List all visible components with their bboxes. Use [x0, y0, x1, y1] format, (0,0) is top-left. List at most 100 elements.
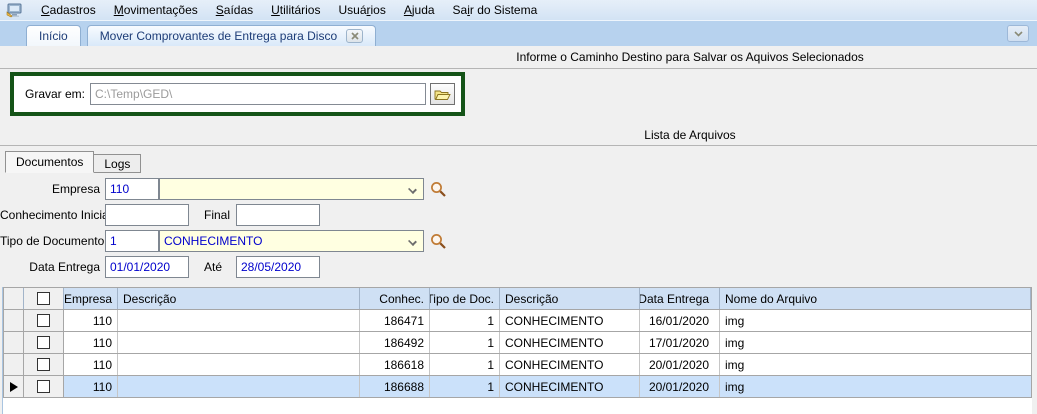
row-checkbox[interactable]	[37, 336, 50, 349]
destination-group: Gravar em:	[10, 72, 465, 116]
cell-conhec: 186471	[360, 310, 430, 331]
tab-documentos[interactable]: Documentos	[5, 151, 94, 173]
table-row[interactable]: 110 186618 1 CONHECIMENTO 20/01/2020 img	[4, 354, 1031, 376]
row-checkbox[interactable]	[37, 380, 50, 393]
cell-tipo: 1	[430, 310, 500, 331]
chevron-down-icon[interactable]	[408, 185, 417, 194]
tab-list-button[interactable]	[1007, 25, 1029, 42]
cell-descricao	[118, 376, 360, 397]
data-entrega-final-input[interactable]	[236, 256, 320, 278]
tipo-documento-label: Tipo de Documento	[0, 234, 105, 248]
row-checkbox-cell	[24, 310, 64, 331]
row-indicator-cell	[4, 376, 24, 397]
search-icon[interactable]	[430, 233, 447, 250]
col-descricao-2[interactable]: Descrição	[500, 288, 640, 309]
cell-data-entrega: 16/01/2020	[640, 310, 720, 331]
file-grid-panel: Empresa Descrição Conhec. Tipo de Doc. D…	[2, 287, 1032, 414]
tab-strip: Início Mover Comprovantes de Entrega par…	[0, 21, 1037, 46]
menu-item-usuarios[interactable]: Usuários	[329, 1, 394, 19]
search-icon[interactable]	[430, 181, 447, 198]
col-conhec[interactable]: Conhec.	[360, 288, 430, 309]
cell-descricao-2: CONHECIMENTO	[500, 376, 640, 397]
tab-inicio[interactable]: Início	[26, 25, 81, 46]
menu-item-cadastros[interactable]: Cadastros	[32, 1, 105, 19]
conhecimento-final-input[interactable]	[236, 204, 320, 226]
cell-empresa: 110	[64, 332, 118, 353]
cell-conhec: 186688	[360, 376, 430, 397]
cell-descricao	[118, 310, 360, 331]
col-data-entrega[interactable]: Data Entrega	[640, 288, 720, 309]
final-label: Final	[204, 208, 236, 222]
data-entrega-inicial-input[interactable]	[105, 256, 189, 278]
computer-icon[interactable]	[6, 3, 24, 18]
cell-empresa: 110	[64, 354, 118, 375]
cell-descricao-2: CONHECIMENTO	[500, 310, 640, 331]
empresa-code-input[interactable]	[105, 178, 159, 200]
menu-item-utilitarios[interactable]: Utilitários	[262, 1, 329, 19]
sub-tab-bar: Documentos Logs	[5, 151, 1037, 173]
data-entrega-row: Data Entrega Até	[0, 256, 1037, 278]
tipo-documento-code-input[interactable]	[105, 230, 159, 252]
close-icon[interactable]	[346, 29, 363, 43]
cell-descricao-2: CONHECIMENTO	[500, 332, 640, 353]
chevron-down-icon	[1014, 31, 1023, 37]
row-checkbox-cell	[24, 376, 64, 397]
row-indicator-arrow	[10, 382, 18, 392]
col-nome-do-arquivo[interactable]: Nome do Arquivo	[720, 288, 1031, 309]
folder-open-icon	[434, 88, 451, 101]
browse-folder-button[interactable]	[430, 83, 455, 105]
row-checkbox[interactable]	[37, 314, 50, 327]
col-empresa[interactable]: Empresa	[64, 288, 118, 309]
empresa-label: Empresa	[0, 182, 105, 196]
row-indicator-cell	[4, 310, 24, 331]
tab-logs[interactable]: Logs	[94, 154, 141, 173]
row-checkbox-cell	[24, 354, 64, 375]
empresa-row: Empresa	[0, 178, 1037, 200]
tipo-documento-row: Tipo de Documento CONHECIMENTO	[0, 230, 1037, 252]
cell-data-entrega: 20/01/2020	[640, 376, 720, 397]
table-row-selected[interactable]: 110 186688 1 CONHECIMENTO 20/01/2020 img	[4, 376, 1031, 398]
menu-item-sair-do-sistema[interactable]: Sair do Sistema	[444, 1, 547, 19]
data-entrega-label: Data Entrega	[0, 260, 105, 274]
menu-item-saidas[interactable]: Saídas	[207, 1, 262, 19]
tipo-documento-combobox[interactable]: CONHECIMENTO	[159, 230, 424, 252]
chevron-down-icon[interactable]	[408, 237, 417, 246]
tab-mover-comprovantes[interactable]: Mover Comprovantes de Entrega para Disco	[87, 25, 376, 46]
menu-item-movimentacoes[interactable]: Movimentações	[105, 1, 207, 19]
indicator-header-cell	[4, 288, 24, 309]
cell-data-entrega: 17/01/2020	[640, 332, 720, 353]
table-row[interactable]: 110 186492 1 CONHECIMENTO 17/01/2020 img	[4, 332, 1031, 354]
select-all-checkbox[interactable]	[37, 292, 50, 305]
conhecimento-inicial-input[interactable]	[105, 204, 189, 226]
destination-header: Informe o Caminho Destino para Salvar os…	[0, 46, 1037, 69]
row-indicator-cell	[4, 354, 24, 375]
cell-nome-arquivo: img	[720, 310, 1031, 331]
cell-empresa: 110	[64, 310, 118, 331]
lista-arquivos-header: Lista de Arquivos	[0, 126, 1037, 146]
cell-conhec: 186618	[360, 354, 430, 375]
cell-descricao	[118, 332, 360, 353]
empresa-combobox[interactable]	[159, 178, 424, 200]
cell-descricao-2: CONHECIMENTO	[500, 354, 640, 375]
ate-label: Até	[204, 260, 236, 274]
gravar-em-input[interactable]	[90, 83, 426, 105]
application-window: Cadastros Movimentações Saídas Utilitári…	[0, 0, 1037, 414]
row-indicator-cell	[4, 332, 24, 353]
conhecimento-row: Conhecimento Inicial Final	[0, 204, 1037, 226]
menu-bar: Cadastros Movimentações Saídas Utilitári…	[0, 0, 1037, 21]
col-tipo-de-doc[interactable]: Tipo de Doc.	[430, 288, 500, 309]
row-checkbox[interactable]	[37, 358, 50, 371]
table-row[interactable]: 110 186471 1 CONHECIMENTO 16/01/2020 img	[4, 310, 1031, 332]
cell-tipo: 1	[430, 376, 500, 397]
menu-item-ajuda[interactable]: Ajuda	[395, 1, 444, 19]
cell-nome-arquivo: img	[720, 354, 1031, 375]
conhecimento-inicial-label: Conhecimento Inicial	[0, 208, 105, 222]
gravar-em-label: Gravar em:	[25, 87, 85, 101]
select-all-cell	[24, 288, 64, 309]
grid-header-row: Empresa Descrição Conhec. Tipo de Doc. D…	[4, 288, 1031, 310]
cell-empresa: 110	[64, 376, 118, 397]
file-grid: Empresa Descrição Conhec. Tipo de Doc. D…	[3, 287, 1032, 398]
col-descricao[interactable]: Descrição	[118, 288, 360, 309]
cell-descricao	[118, 354, 360, 375]
cell-data-entrega: 20/01/2020	[640, 354, 720, 375]
